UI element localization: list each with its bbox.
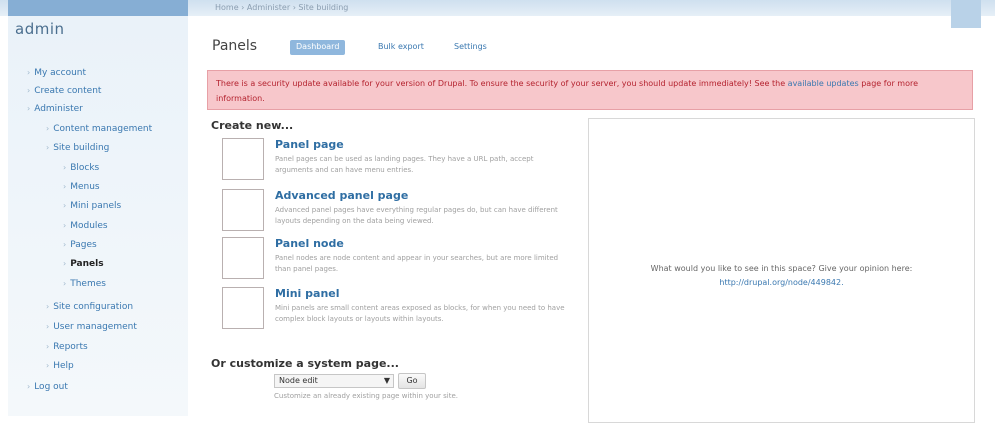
bullet-icon: › (63, 259, 67, 268)
panel-page-thumbnail[interactable] (222, 138, 264, 180)
sidebar-item-label: Mini panels (70, 201, 122, 211)
create-new-heading: Create new... (211, 119, 294, 132)
sidebar-item-site-building[interactable]: › Site building (46, 143, 109, 153)
sidebar-item-mini-panels[interactable]: › Mini panels (63, 201, 121, 211)
sidebar-item-modules[interactable]: › Modules (63, 221, 108, 231)
system-page-select[interactable]: Node edit ▼ (274, 374, 394, 388)
sidebar-item-label: Create content (34, 86, 102, 96)
bullet-icon: › (63, 201, 67, 210)
sidebar-item-label: Administer (34, 104, 83, 114)
bullet-icon: › (63, 279, 67, 288)
create-item-mini-panel[interactable]: Mini panel Mini panels are small content… (222, 287, 572, 335)
bullet-icon: › (46, 302, 50, 311)
feedback-link[interactable]: http://drupal.org/node/449842. (719, 278, 843, 287)
breadcrumb[interactable]: Home › Administer › Site building (215, 3, 348, 12)
sidebar-item-label: Modules (70, 221, 108, 231)
mini-panel-link[interactable]: Mini panel (275, 287, 340, 300)
advanced-panel-page-description: Advanced panel pages have everything reg… (275, 206, 558, 225)
sidebar-item-site-configuration[interactable]: › Site configuration (46, 302, 133, 312)
bullet-icon: › (63, 182, 67, 191)
sidebar-item-label: Pages (70, 240, 97, 250)
sidebar-item-content-management[interactable]: › Content management (46, 124, 152, 134)
sidebar-item-panels[interactable]: › Panels (63, 259, 104, 269)
alert-text: There is a security update available for… (216, 79, 788, 88)
bullet-icon: › (46, 342, 50, 351)
sidebar-item-label: Site building (53, 143, 110, 153)
bullet-icon: › (27, 382, 31, 391)
sidebar-item-label: Content management (53, 124, 153, 134)
bullet-icon: › (27, 86, 31, 95)
panel-page-link[interactable]: Panel page (275, 138, 344, 151)
bullet-icon: › (46, 322, 50, 331)
top-bar (0, 0, 995, 28)
sidebar-item-user-management[interactable]: › User management (46, 322, 137, 332)
page-title: Panels (212, 38, 258, 54)
sidebar-item-label: Reports (53, 342, 88, 352)
customize-heading: Or customize a system page... (211, 357, 399, 370)
create-item-advanced-panel-page[interactable]: Advanced panel page Advanced panel pages… (222, 189, 572, 237)
sidebar-item-help[interactable]: › Help (46, 361, 74, 371)
create-item-panel-node[interactable]: Panel node Panel nodes are node content … (222, 237, 572, 285)
sidebar-item-log-out[interactable]: › Log out (27, 382, 68, 392)
bullet-icon: › (63, 163, 67, 172)
top-bar-accent (8, 0, 188, 16)
go-button[interactable]: Go (398, 373, 426, 389)
sidebar-item-reports[interactable]: › Reports (46, 342, 88, 352)
sidebar-item-my-account[interactable]: › My account (27, 68, 86, 78)
tab-bulk-export[interactable]: Bulk export (372, 40, 430, 55)
sidebar-item-pages[interactable]: › Pages (63, 240, 97, 250)
sidebar-item-administer[interactable]: › Administer (27, 104, 83, 114)
advanced-panel-page-link[interactable]: Advanced panel page (275, 189, 408, 202)
bullet-icon: › (63, 240, 67, 249)
sidebar-item-label: Log out (34, 382, 68, 392)
bullet-icon: › (27, 104, 31, 113)
mini-panel-description: Mini panels are small content areas expo… (275, 304, 565, 323)
bullet-icon: › (46, 124, 50, 133)
feedback-text-block: What would you like to see in this space… (589, 262, 974, 290)
panel-node-link[interactable]: Panel node (275, 237, 344, 250)
customize-description: Customize an already existing page withi… (274, 392, 458, 400)
sidebar-item-label: Help (53, 361, 74, 371)
site-name[interactable]: admin (15, 20, 65, 38)
sidebar-item-label: My account (34, 68, 87, 78)
sidebar-item-blocks[interactable]: › Blocks (63, 163, 99, 173)
available-updates-link[interactable]: available updates (788, 79, 859, 88)
panel-node-thumbnail[interactable] (222, 237, 264, 279)
tab-dashboard[interactable]: Dashboard (290, 40, 346, 55)
feedback-panel: What would you like to see in this space… (588, 118, 975, 423)
sidebar-item-label: Blocks (70, 163, 100, 173)
sidebar-item-themes[interactable]: › Themes (63, 279, 106, 289)
panel-page-description: Panel pages can be used as landing pages… (275, 155, 534, 174)
mini-panel-thumbnail[interactable] (222, 287, 264, 329)
bullet-icon: › (27, 68, 31, 77)
bullet-icon: › (46, 361, 50, 370)
bullet-icon: › (63, 221, 67, 230)
security-alert: There is a security update available for… (207, 70, 973, 110)
bullet-icon: › (46, 143, 50, 152)
advanced-panel-page-thumbnail[interactable] (222, 189, 264, 231)
sidebar-item-create-content[interactable]: › Create content (27, 86, 101, 96)
panel-node-description: Panel nodes are node content and appear … (275, 254, 559, 273)
feedback-text: What would you like to see in this space… (650, 264, 913, 273)
dropdown-arrow-icon: ▼ (383, 376, 390, 385)
tab-settings[interactable]: Settings (448, 40, 493, 55)
select-value: Node edit (279, 376, 318, 385)
create-item-panel-page[interactable]: Panel page Panel pages can be used as la… (222, 138, 572, 186)
sidebar-item-label: Themes (70, 279, 106, 289)
top-bar-right-accent (951, 0, 981, 28)
sidebar-item-label: Site configuration (53, 302, 134, 312)
sidebar-item-label: User management (53, 322, 137, 332)
sidebar-item-label: Menus (70, 182, 100, 192)
sidebar-item-label: Panels (70, 259, 104, 269)
sidebar-item-menus[interactable]: › Menus (63, 182, 100, 192)
